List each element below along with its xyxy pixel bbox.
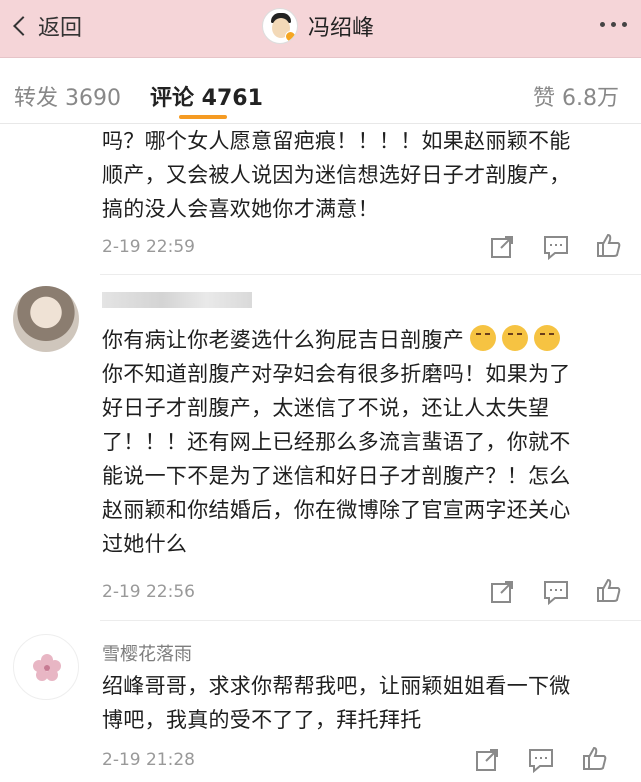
nav-bar: 返回 冯绍峰 bbox=[0, 0, 641, 58]
flower-icon bbox=[33, 654, 61, 681]
avatar[interactable] bbox=[13, 634, 79, 700]
divider bbox=[100, 620, 641, 621]
comment-line: 搞的没人会喜欢她你才满意！ bbox=[102, 197, 379, 221]
tab-bar: 转发 3690 评论 4761 赞 6.8万 bbox=[0, 58, 641, 124]
like-icon[interactable] bbox=[582, 745, 608, 771]
tab-active-indicator bbox=[179, 115, 227, 119]
back-chevron-icon bbox=[13, 16, 33, 36]
share-icon[interactable] bbox=[489, 579, 515, 605]
comment-time: 2-19 22:56 bbox=[102, 582, 195, 602]
emoji-icon bbox=[534, 325, 561, 351]
comment-time: 2-19 21:28 bbox=[102, 750, 195, 770]
comment-line: 绍峰哥哥，求求你帮帮我吧，让丽颖姐姐看一下微 bbox=[102, 674, 571, 698]
tab-repost[interactable]: 转发 3690 bbox=[14, 80, 121, 112]
comment-line: 你不知道剖腹产对孕妇会有很多折磨吗！如果为了 bbox=[102, 362, 571, 386]
comment-line: 顺产，又会被人说因为迷信想选好日子才剖腹产， bbox=[102, 163, 571, 187]
commenter-name-blurred bbox=[102, 292, 252, 308]
comment-line: 博吧，我真的受不了了，拜托拜托 bbox=[102, 708, 422, 732]
comment-text: 绍峰哥哥，求求你帮帮我吧，让丽颖姐姐看一下微 博吧，我真的受不了了，拜托拜托 bbox=[102, 669, 571, 737]
back-button[interactable]: 返回 bbox=[10, 10, 82, 42]
comment-line: 吗？哪个女人愿意留疤痕！！！！如果赵丽颖不能 bbox=[102, 129, 571, 153]
comment-icon[interactable] bbox=[543, 579, 569, 605]
comment-line: 能说一下不是为了迷信和好日子才剖腹产？！怎么 bbox=[102, 464, 571, 488]
comment-line: 赵丽颖和你结婚后，你在微博除了官宣两字还关心 bbox=[102, 498, 571, 522]
comment-text: 你有病让你老婆选什么狗屁吉日剖腹产 你不知道剖腹产对孕妇会有很多折磨吗！如果为了… bbox=[102, 323, 571, 561]
more-dots-icon[interactable] bbox=[600, 22, 627, 27]
comment-time: 2-19 22:59 bbox=[102, 237, 195, 257]
avatar[interactable] bbox=[13, 286, 79, 352]
like-icon[interactable] bbox=[596, 232, 622, 258]
nav-title-group[interactable]: 冯绍峰 bbox=[262, 8, 374, 44]
commenter-name[interactable]: 雪樱花落雨 bbox=[102, 640, 192, 666]
emoji-icon bbox=[502, 325, 529, 351]
comment-icon[interactable] bbox=[543, 234, 569, 260]
divider bbox=[100, 274, 641, 275]
comment-text: 吗？哪个女人愿意留疤痕！！！！如果赵丽颖不能 顺产，又会被人说因为迷信想选好日子… bbox=[102, 124, 571, 226]
back-label: 返回 bbox=[38, 16, 83, 41]
avatar[interactable] bbox=[262, 8, 298, 44]
like-icon[interactable] bbox=[596, 577, 622, 603]
page-title: 冯绍峰 bbox=[308, 16, 375, 41]
tab-likes[interactable]: 赞 6.8万 bbox=[533, 80, 619, 112]
verified-badge-icon bbox=[285, 31, 296, 42]
comment-line: 好日子才剖腹产，太迷信了不说，还让人太失望 bbox=[102, 396, 550, 420]
comment-line: 你有病让你老婆选什么狗屁吉日剖腹产 bbox=[102, 323, 571, 357]
emoji-icon bbox=[470, 325, 497, 351]
share-icon[interactable] bbox=[474, 747, 500, 773]
comment-line: 了！！！还有网上已经那么多流言蜚语了，你就不 bbox=[102, 430, 571, 454]
comment-icon[interactable] bbox=[528, 747, 554, 773]
share-icon[interactable] bbox=[489, 234, 515, 260]
comment-line: 过她什么 bbox=[102, 532, 188, 556]
tab-comments[interactable]: 评论 4761 bbox=[150, 80, 263, 112]
